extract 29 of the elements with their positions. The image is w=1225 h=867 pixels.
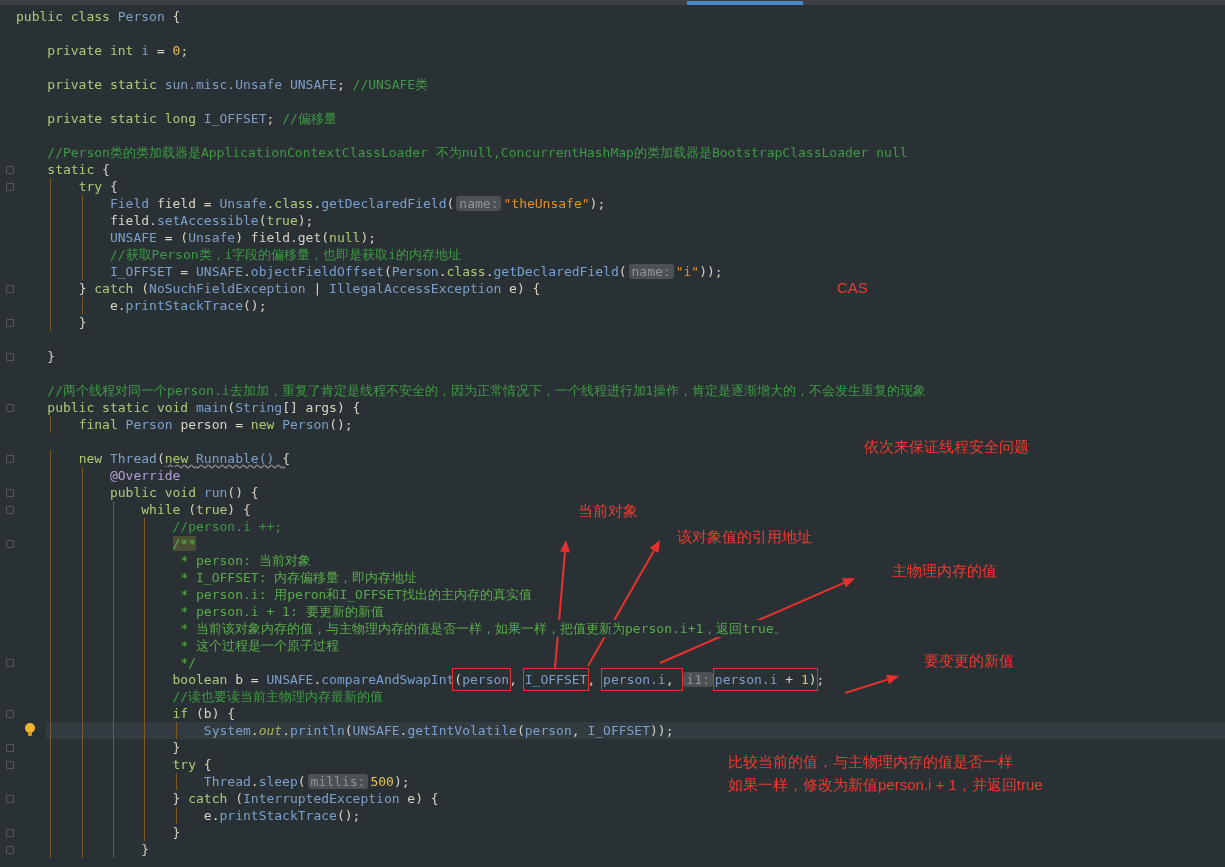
fold-marker-icon[interactable]: [6, 319, 14, 327]
fold-marker-icon[interactable]: [6, 761, 14, 769]
annotation-text: 当前对象: [578, 502, 638, 520]
fold-marker-icon[interactable]: [6, 846, 14, 854]
fold-marker-icon[interactable]: [6, 506, 14, 514]
fold-marker-icon[interactable]: [6, 353, 14, 361]
annotation-text: CAS: [837, 279, 868, 297]
annotation-text: 如果一样，修改为新值person.i + 1，并返回true: [728, 776, 1043, 794]
fold-marker-icon[interactable]: [6, 489, 14, 497]
fold-marker-icon[interactable]: [6, 540, 14, 548]
fold-marker-icon[interactable]: [6, 795, 14, 803]
fold-marker-icon[interactable]: [6, 659, 14, 667]
arrow: [844, 674, 899, 694]
fold-marker-icon[interactable]: [6, 166, 14, 174]
annotation-text: 比较当前的值，与主物理内存的值是否一样: [728, 753, 1013, 771]
fold-marker-icon[interactable]: [6, 455, 14, 463]
lightbulb-icon[interactable]: [24, 723, 36, 737]
annotation-text: 依次来保证线程安全问题: [864, 438, 1029, 456]
fold-marker-icon[interactable]: [6, 404, 14, 412]
fold-marker-icon[interactable]: [6, 183, 14, 191]
annotation-text: 该对象值的引用地址: [677, 528, 812, 546]
code-line: System.out.println(UNSAFE.getIntVolatile(person, I_OFFSET));: [203, 722, 674, 739]
annotation-text: 要变更的新值: [924, 652, 1014, 670]
fold-marker-icon[interactable]: [6, 710, 14, 718]
fold-marker-icon[interactable]: [6, 285, 14, 293]
annotation-text: 主物理内存的值: [892, 562, 997, 580]
code-line: /**: [172, 535, 197, 552]
fold-marker-icon[interactable]: [6, 829, 14, 837]
fold-marker-icon[interactable]: [6, 744, 14, 752]
